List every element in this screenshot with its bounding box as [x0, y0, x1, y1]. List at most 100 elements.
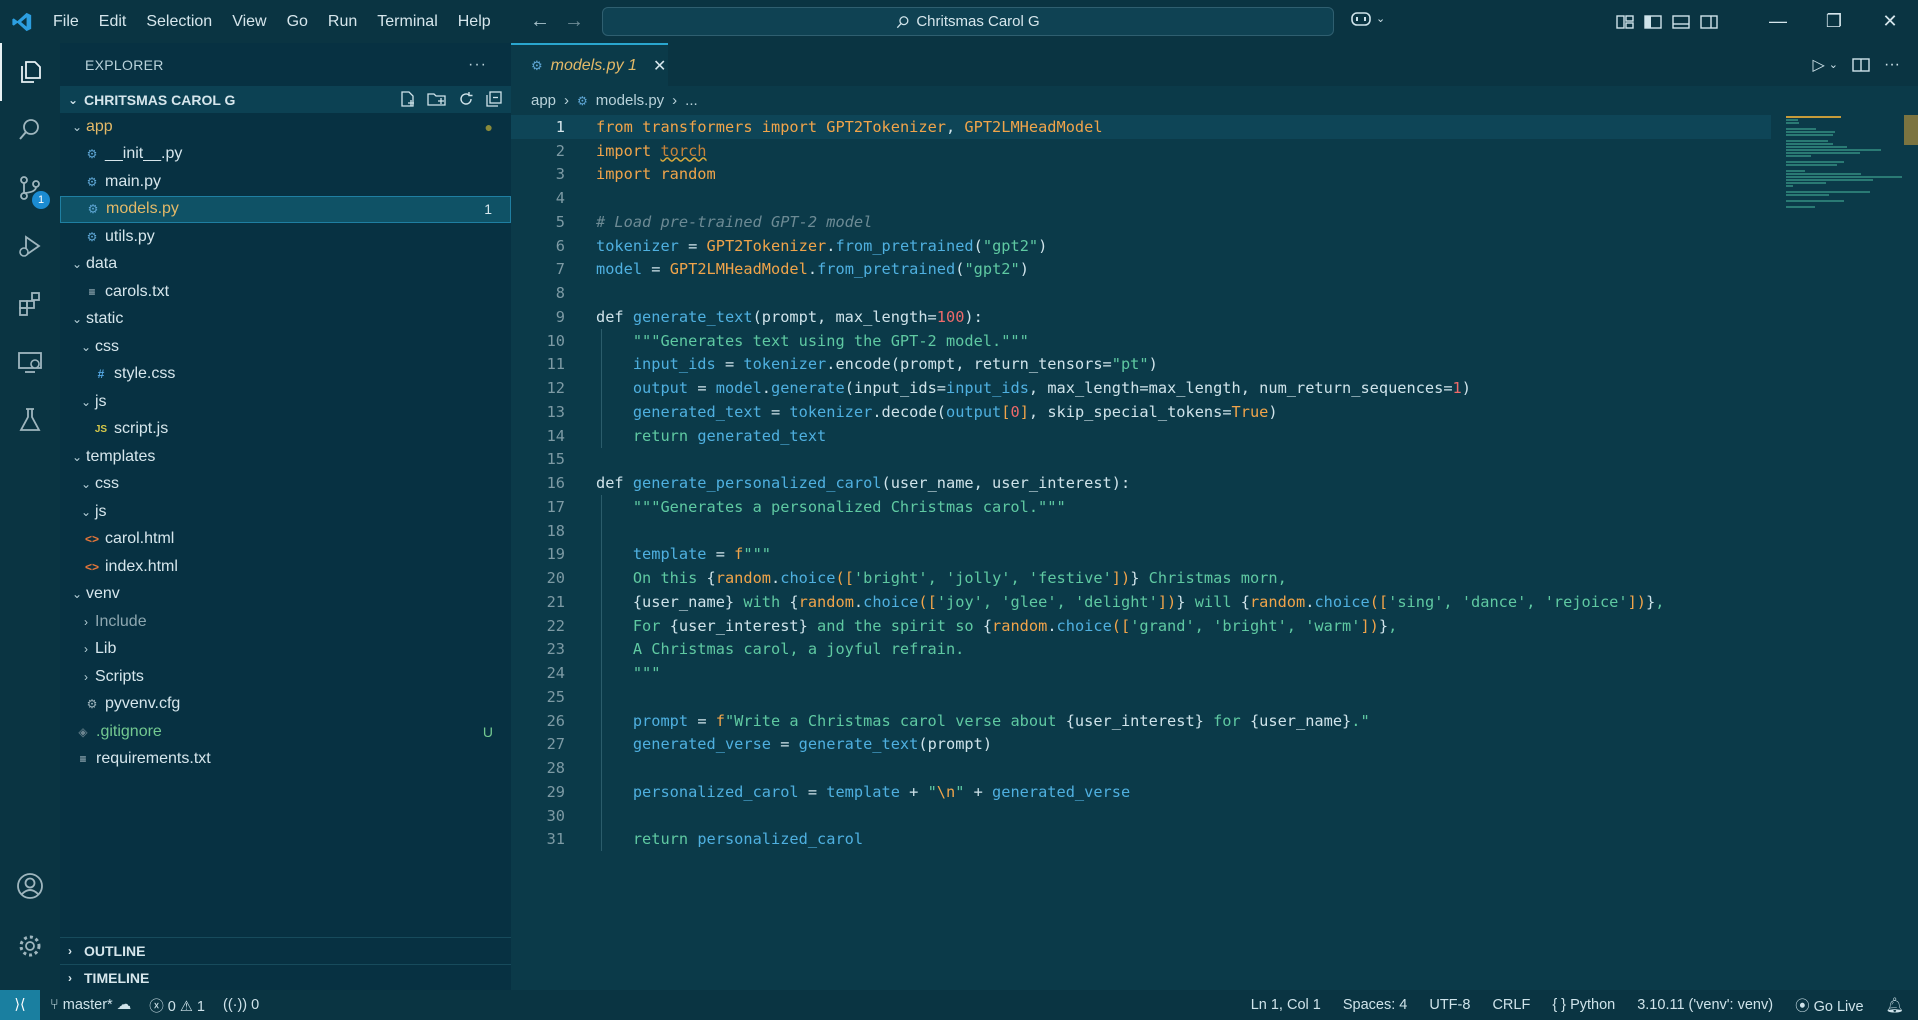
code-line[interactable]: 6 tokenizer = GPT2Tokenizer.from_pretrain… [511, 234, 1771, 258]
tree-folder[interactable]: ⌄ css [60, 333, 511, 361]
tree-file[interactable]: ≡ carols.txt [60, 278, 511, 306]
remote-indicator-icon[interactable]: ⟩⟨ [0, 990, 40, 1020]
new-file-icon[interactable] [399, 90, 417, 108]
code-line[interactable]: 1 from transformers import GPT2Tokenizer,… [511, 115, 1771, 139]
tree-file[interactable]: ◈ .gitignore U [60, 718, 511, 746]
scrollbar-slider[interactable] [1904, 115, 1918, 145]
code-line[interactable]: 7 model = GPT2LMHeadModel.from_pretrained… [511, 258, 1771, 282]
code-line[interactable]: 22 For {user_interest} and the spirit so… [511, 614, 1771, 638]
code-line[interactable]: 8 [511, 281, 1771, 305]
breadcrumb-folder[interactable]: app [531, 92, 556, 109]
extensions-icon[interactable] [0, 275, 60, 333]
breadcrumb-file[interactable]: models.py [596, 92, 664, 109]
explorer-icon[interactable] [0, 43, 60, 101]
minimize-icon[interactable]: — [1750, 0, 1806, 43]
code-line[interactable]: 21 {user_name} with {random.choice(['joy… [511, 590, 1771, 614]
restore-icon[interactable]: ❐ [1806, 0, 1862, 43]
menu-help[interactable]: Help [448, 0, 501, 43]
menu-terminal[interactable]: Terminal [367, 0, 447, 43]
tree-file[interactable]: ⚙ utils.py [60, 223, 511, 251]
tree-file[interactable]: ⚙ pyvenv.cfg [60, 691, 511, 719]
code-line[interactable]: 3 import random [511, 163, 1771, 187]
code-line[interactable]: 2 import torch [511, 139, 1771, 163]
tree-folder[interactable]: ⌄ templates [60, 443, 511, 471]
code-line[interactable]: 30 [511, 804, 1771, 828]
tree-folder[interactable]: ⌄ data [60, 251, 511, 279]
end-of-line[interactable]: CRLF [1492, 997, 1530, 1013]
menu-run[interactable]: Run [318, 0, 367, 43]
tree-folder[interactable]: › Scripts [60, 663, 511, 691]
code-line[interactable]: 15 [511, 448, 1771, 472]
tree-folder[interactable]: ⌄ app ● [60, 113, 511, 141]
code-line[interactable]: 11 input_ids = tokenizer.encode(prompt, … [511, 353, 1771, 377]
code-line[interactable]: 10 """Generates text using the GPT-2 mod… [511, 329, 1771, 353]
split-editor-icon[interactable] [1852, 57, 1870, 73]
code-line[interactable]: 16 def generate_personalized_carol(user_n… [511, 471, 1771, 495]
tree-file[interactable]: ⚙ main.py [60, 168, 511, 196]
testing-icon[interactable] [0, 391, 60, 449]
toggle-panel-icon[interactable] [1672, 14, 1690, 30]
workspace-section-header[interactable]: ⌄ CHRITSMAS CAROL G [60, 86, 511, 113]
minimap[interactable] [1786, 115, 1906, 208]
menu-view[interactable]: View [222, 0, 276, 43]
copilot-button[interactable]: ⌄ [1350, 9, 1385, 27]
command-center-search[interactable]: Chritsmas Carol G [602, 7, 1334, 36]
tree-file[interactable]: <> carol.html [60, 526, 511, 554]
back-arrow-icon[interactable]: ← [530, 10, 550, 33]
python-interpreter[interactable]: 3.10.11 ('venv': venv) [1637, 997, 1773, 1013]
toggle-secondary-sidebar-icon[interactable] [1700, 14, 1718, 30]
close-tab-icon[interactable]: ✕ [653, 56, 666, 76]
collapse-all-icon[interactable] [485, 90, 503, 108]
menu-selection[interactable]: Selection [136, 0, 222, 43]
menu-edit[interactable]: Edit [89, 0, 137, 43]
source-control-icon[interactable]: 1 [0, 159, 60, 217]
tree-file[interactable]: <> index.html [60, 553, 511, 581]
code-editor[interactable]: 1 from transformers import GPT2Tokenizer,… [511, 115, 1918, 990]
code-line[interactable]: 26 prompt = f"Write a Christmas carol ve… [511, 709, 1771, 733]
customize-layout-icon[interactable] [1616, 14, 1634, 30]
tree-folder[interactable]: › Lib [60, 636, 511, 664]
close-icon[interactable]: ✕ [1862, 0, 1918, 43]
code-line[interactable]: 12 output = model.generate(input_ids=inp… [511, 376, 1771, 400]
encoding[interactable]: UTF-8 [1429, 997, 1470, 1013]
code-line[interactable]: 19 template = f""" [511, 543, 1771, 567]
tree-file[interactable]: # style.css [60, 361, 511, 389]
tree-folder[interactable]: ⌄ js [60, 498, 511, 526]
remote-explorer-icon[interactable] [0, 333, 60, 391]
problems-status[interactable]: ⓧ 0 ⚠ 1 [149, 995, 205, 1016]
tree-folder[interactable]: ⌄ static [60, 306, 511, 334]
accounts-icon[interactable] [0, 857, 60, 915]
code-line[interactable]: 17 """Generates a personalized Christmas… [511, 495, 1771, 519]
indentation[interactable]: Spaces: 4 [1343, 997, 1408, 1013]
code-line[interactable]: 13 generated_text = tokenizer.decode(out… [511, 400, 1771, 424]
new-folder-icon[interactable] [427, 90, 447, 108]
breadcrumb-symbol[interactable]: ... [685, 92, 698, 109]
notifications-bell-icon[interactable]: 🔔︎ [1886, 997, 1904, 1014]
menu-go[interactable]: Go [277, 0, 318, 43]
chevron-down-icon[interactable]: ⌄ [1829, 58, 1838, 71]
tree-folder[interactable]: › Include [60, 608, 511, 636]
go-live-button[interactable]: ⦿ Go Live [1795, 995, 1864, 1016]
outline-section[interactable]: › OUTLINE [60, 937, 511, 964]
refresh-icon[interactable] [457, 90, 475, 108]
timeline-section[interactable]: › TIMELINE [60, 964, 511, 991]
tree-folder[interactable]: ⌄ js [60, 388, 511, 416]
tree-file[interactable]: ≡ requirements.txt [60, 746, 511, 774]
search-icon[interactable] [0, 101, 60, 159]
run-debug-icon[interactable] [0, 217, 60, 275]
cursor-position[interactable]: Ln 1, Col 1 [1251, 997, 1321, 1013]
more-actions-icon[interactable]: ··· [468, 56, 487, 74]
branch-status[interactable]: ⑂ master* ☁ [50, 997, 131, 1013]
menu-file[interactable]: File [43, 0, 89, 43]
tree-file[interactable]: ⚙ models.py 1 [60, 195, 511, 223]
code-line[interactable]: 18 [511, 519, 1771, 543]
code-line[interactable]: 4 [511, 186, 1771, 210]
tree-file[interactable]: JS script.js [60, 416, 511, 444]
code-line[interactable]: 23 A Christmas carol, a joyful refrain. [511, 638, 1771, 662]
ports-status[interactable]: ((·)) 0 [223, 997, 259, 1013]
toggle-primary-sidebar-icon[interactable] [1644, 14, 1662, 30]
settings-gear-icon[interactable] [0, 917, 60, 975]
run-python-file-icon[interactable]: ▷ [1812, 55, 1824, 75]
forward-arrow-icon[interactable]: → [564, 10, 584, 33]
language-mode[interactable]: { } Python [1552, 997, 1615, 1013]
